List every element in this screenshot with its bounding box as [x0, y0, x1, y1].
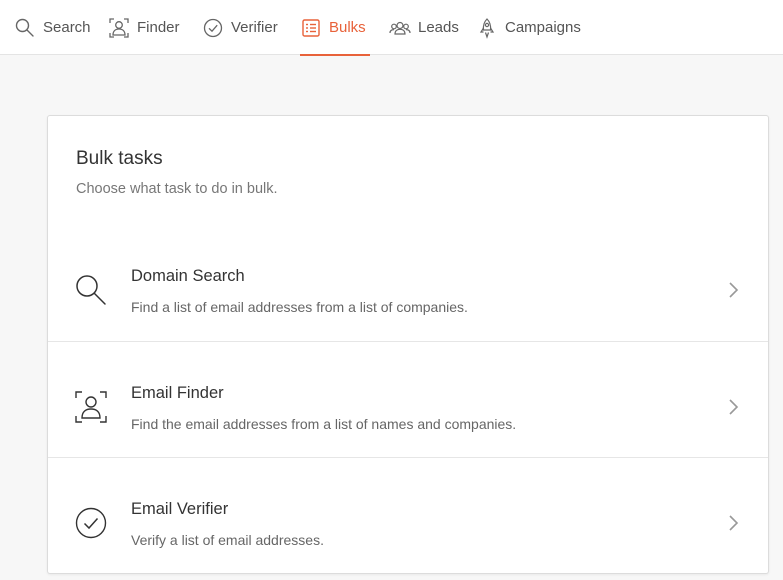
chevron-right-icon — [728, 281, 740, 299]
people-icon — [389, 17, 411, 39]
nav-item-leads[interactable]: Leads — [389, 0, 459, 55]
nav-item-label: Finder — [137, 19, 180, 36]
task-title: Email Finder — [131, 384, 224, 402]
search-icon — [14, 17, 36, 39]
task-description: Verify a list of email addresses. — [131, 532, 324, 548]
nav-item-label: Search — [43, 19, 91, 36]
task-row-email-finder[interactable]: Email Finder Find the email addresses fr… — [48, 341, 768, 457]
task-row-domain-search[interactable]: Domain Search Find a list of email addre… — [48, 225, 768, 341]
card-title: Bulk tasks — [76, 148, 163, 169]
nav-item-verifier[interactable]: Verifier — [202, 0, 278, 55]
top-navigation: Search Finder Verifier Bulks Leads Campa… — [0, 0, 783, 56]
nav-item-campaigns[interactable]: Campaigns — [476, 0, 581, 55]
bulk-tasks-card: Bulk tasks Choose what task to do in bul… — [47, 115, 769, 574]
task-description: Find a list of email addresses from a li… — [131, 299, 468, 315]
task-title: Domain Search — [131, 267, 245, 285]
search-icon — [74, 273, 108, 307]
nav-item-bulks[interactable]: Bulks — [300, 0, 370, 56]
task-row-email-verifier[interactable]: Email Verifier Verify a list of email ad… — [48, 457, 768, 573]
rocket-icon — [476, 17, 498, 39]
chevron-right-icon — [728, 514, 740, 532]
nav-item-label: Verifier — [231, 19, 278, 36]
check-circle-icon — [74, 506, 108, 540]
list-icon — [300, 17, 322, 39]
check-circle-icon — [202, 17, 224, 39]
nav-item-finder[interactable]: Finder — [108, 0, 180, 55]
nav-item-label: Campaigns — [505, 19, 581, 36]
chevron-right-icon — [728, 398, 740, 416]
nav-item-label: Leads — [418, 19, 459, 36]
person-frame-icon — [74, 390, 108, 424]
card-subtitle: Choose what task to do in bulk. — [76, 181, 278, 197]
task-description: Find the email addresses from a list of … — [131, 416, 517, 432]
person-frame-icon — [108, 17, 130, 39]
nav-item-search[interactable]: Search — [14, 0, 91, 55]
task-title: Email Verifier — [131, 500, 229, 518]
nav-item-label: Bulks — [329, 19, 366, 36]
